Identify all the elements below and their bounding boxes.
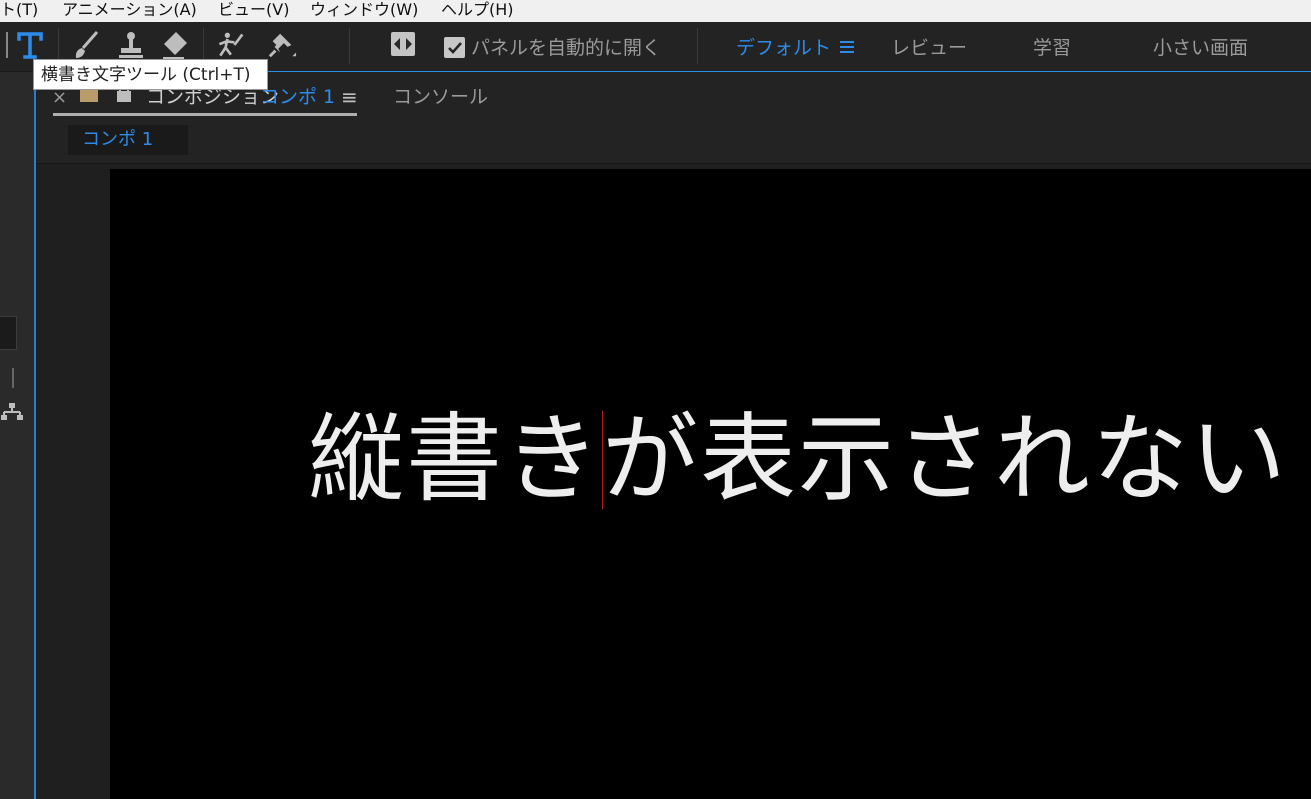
menu-item-text[interactable]: ト(T) — [0, 0, 38, 20]
roto-brush-icon — [218, 32, 244, 57]
menu-item-window[interactable]: ウィンドウ(W) — [310, 0, 418, 20]
panel-menu-icon[interactable]: ≡ — [341, 85, 358, 109]
panel-toggle-button[interactable] — [389, 30, 417, 58]
toolbar-separator — [349, 28, 350, 64]
type-t-icon — [17, 32, 43, 59]
checkmark-icon — [447, 41, 462, 54]
workspace-default[interactable]: デフォルト — [736, 37, 831, 59]
menu-item-help[interactable]: ヘルプ(H) — [441, 0, 514, 20]
toolbar-separator — [697, 28, 698, 64]
type-tool-tooltip: 横書き文字ツール (Ctrl+T) — [33, 59, 268, 90]
clone-stamp-icon — [119, 32, 143, 58]
left-panel-divider — [12, 368, 14, 388]
toolbar-edge — [0, 32, 8, 58]
workspace-learn[interactable]: 学習 — [1033, 37, 1071, 59]
eraser-icon — [163, 32, 187, 59]
console-tab[interactable]: コンソール — [393, 85, 488, 109]
workspace-menu-icon[interactable] — [839, 40, 855, 54]
menu-bar: ト(T) アニメーション(A) ビュー(V) ウィンドウ(W) ヘルプ(H) — [0, 0, 1311, 22]
left-panel-field[interactable] — [0, 316, 17, 350]
menu-item-view[interactable]: ビュー(V) — [218, 0, 289, 20]
active-tab-underline — [53, 113, 357, 116]
text-insertion-cursor — [602, 411, 603, 509]
hierarchy-icon[interactable] — [0, 402, 24, 422]
puppet-pin-tool-button[interactable] — [267, 28, 297, 62]
pin-icon — [268, 33, 297, 58]
panel-toggle-icon — [391, 32, 415, 56]
auto-open-panels-label[interactable]: パネルを自動的に開く — [471, 37, 661, 59]
type-tool-button[interactable] — [15, 28, 45, 62]
left-panel — [0, 72, 34, 799]
menu-item-animation[interactable]: アニメーション(A) — [62, 0, 197, 20]
comp-flowchart-tab[interactable]: コンポ 1 — [68, 125, 188, 155]
canvas-text-layer[interactable]: 縦書きが表示されない — [308, 404, 1288, 514]
roto-brush-tool-button[interactable] — [215, 28, 245, 62]
clone-stamp-tool-button[interactable] — [116, 28, 146, 62]
composition-tab-name[interactable]: コンポ 1 — [260, 85, 335, 109]
composition-subbar — [36, 123, 1311, 164]
eraser-tool-button[interactable] — [160, 28, 190, 62]
auto-open-panels-checkbox[interactable] — [444, 37, 465, 58]
brush-icon — [75, 31, 99, 58]
brush-tool-button[interactable] — [71, 28, 101, 62]
workspace-small-screen[interactable]: 小さい画面 — [1153, 37, 1248, 59]
workspace-review[interactable]: レビュー — [891, 37, 967, 59]
